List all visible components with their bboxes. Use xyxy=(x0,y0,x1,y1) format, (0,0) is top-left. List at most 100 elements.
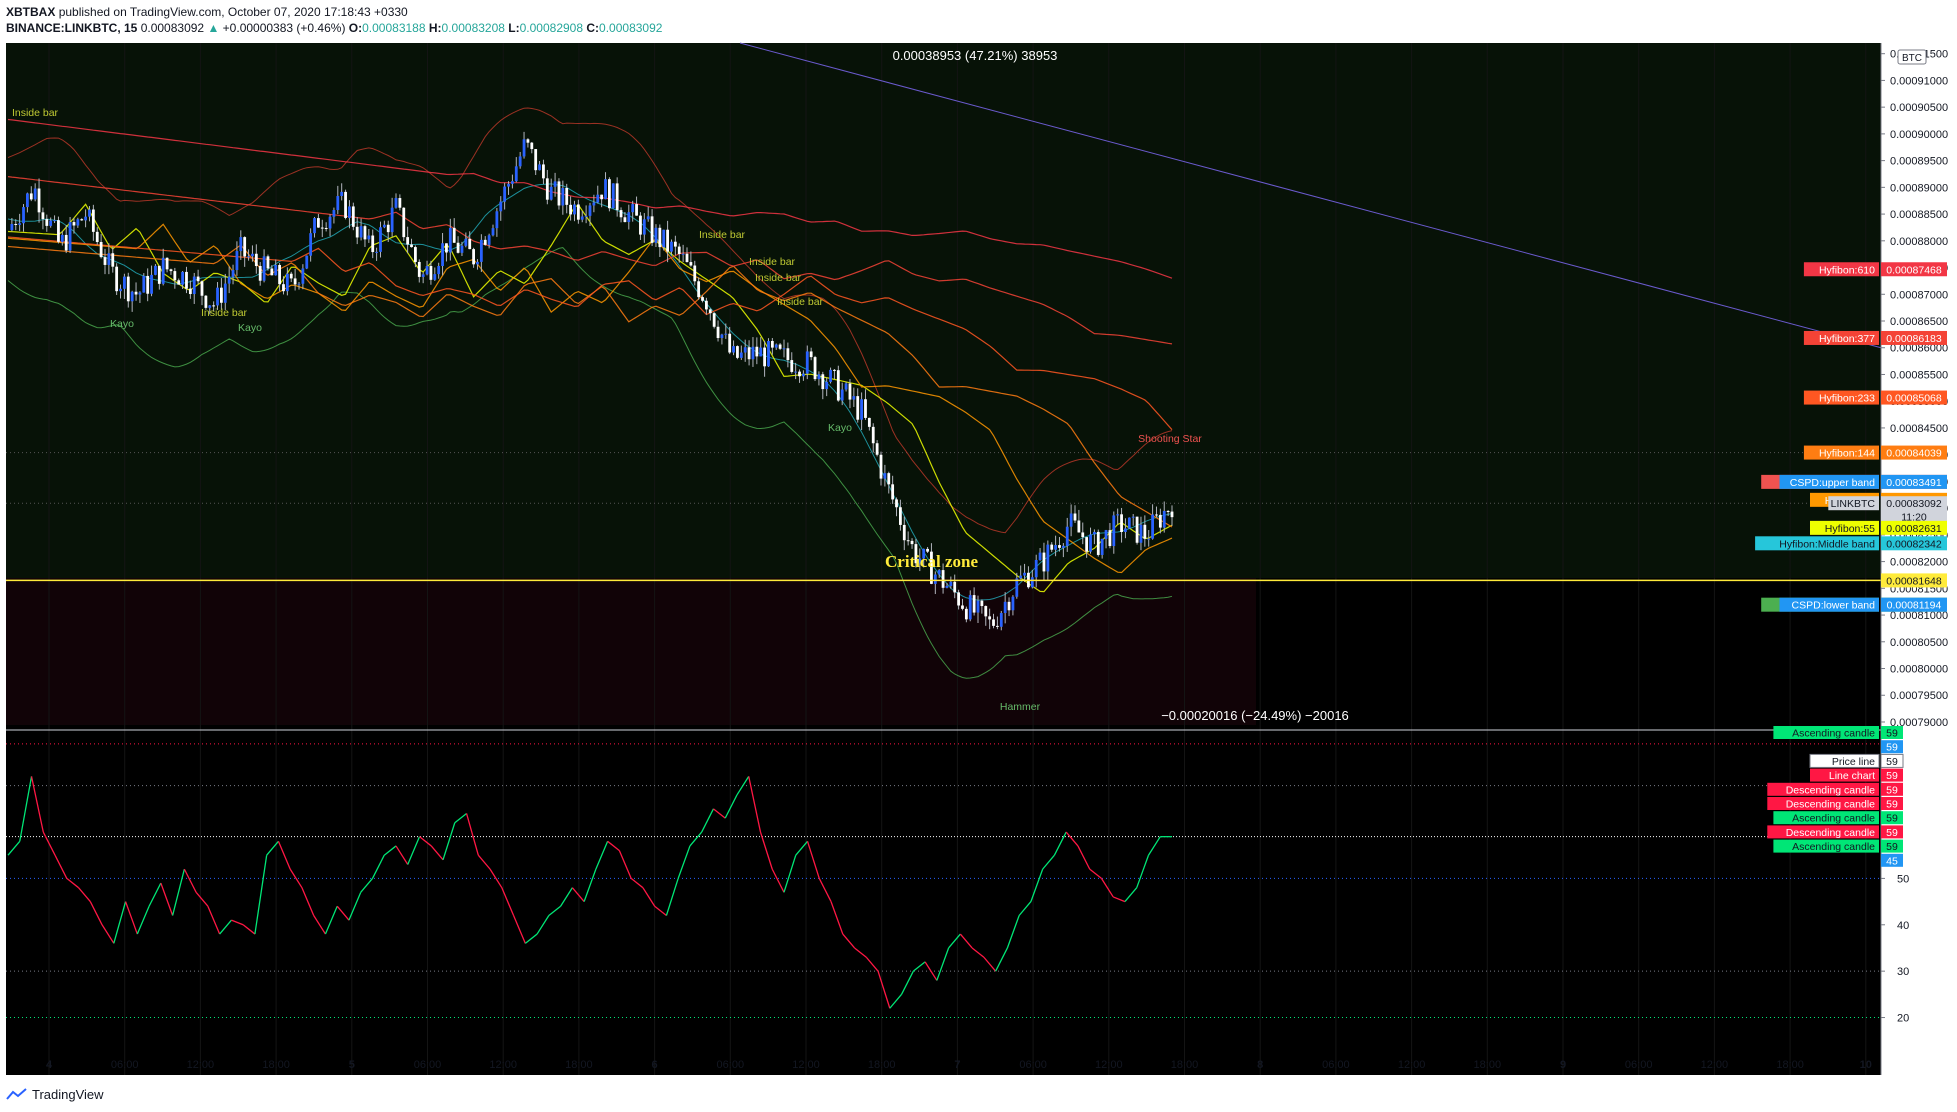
candle-body xyxy=(1162,510,1166,528)
brand-name[interactable]: TradingView xyxy=(32,1087,104,1102)
candle-body xyxy=(1166,510,1170,512)
rsi-label-text: Ascending candle xyxy=(1792,728,1875,740)
time-tick-label: 10 xyxy=(1860,1059,1872,1071)
candle-body xyxy=(185,271,188,289)
candle-body xyxy=(689,262,693,266)
candle-body xyxy=(60,234,64,242)
candle-body xyxy=(123,276,126,289)
candle-body xyxy=(522,139,526,157)
candle-body xyxy=(557,181,561,206)
candle-body xyxy=(390,207,394,233)
candle-body xyxy=(382,224,386,228)
candle-body xyxy=(441,243,444,267)
candle-body xyxy=(1124,528,1127,532)
candle-body xyxy=(608,179,611,209)
candle-body xyxy=(864,399,867,418)
candle-body xyxy=(739,352,743,358)
candle-body xyxy=(953,581,957,593)
price-tick-label: 0.00088000 xyxy=(1890,236,1948,248)
candle-body xyxy=(542,164,545,179)
candle-body xyxy=(817,374,821,380)
rsi-label-text: Descending candle xyxy=(1786,799,1875,811)
candle-body xyxy=(639,215,642,235)
candle-body xyxy=(398,198,402,208)
candle-body xyxy=(1034,559,1038,578)
chart-canvas[interactable]: Inside bar Kayo Inside bar Kayo Inside bar In… xyxy=(0,0,1957,1112)
candle-body xyxy=(662,229,666,248)
candle-body xyxy=(324,227,328,229)
candle-body xyxy=(596,194,600,203)
candle-body xyxy=(41,212,45,220)
candle-body xyxy=(553,181,557,187)
candle-body xyxy=(941,570,945,588)
candle-body xyxy=(852,396,856,400)
candle-body xyxy=(192,276,196,295)
candle-body xyxy=(642,219,646,235)
candle-body xyxy=(410,244,413,248)
candle-body xyxy=(968,595,972,620)
candle-body xyxy=(239,237,243,252)
candle-body xyxy=(549,186,553,200)
candle-body xyxy=(379,227,382,252)
lower-zone-fill xyxy=(6,578,1256,725)
candle-body xyxy=(1112,515,1116,547)
rsi-value: 59 xyxy=(1886,799,1898,811)
time-tick-label: 4 xyxy=(46,1059,53,1071)
price-tick-label: 0.00091000 xyxy=(1890,75,1948,87)
candle-body xyxy=(386,224,390,233)
candle-body xyxy=(1155,514,1158,516)
candle-body xyxy=(980,600,984,607)
time-tick-label: 5 xyxy=(349,1059,355,1071)
candle-body xyxy=(285,273,289,292)
time-tick-label: 06:00 xyxy=(1625,1059,1653,1071)
candle-body xyxy=(95,231,99,242)
candle-body xyxy=(1139,524,1143,543)
time-tick-label: 18:00 xyxy=(565,1059,593,1071)
candle-body xyxy=(320,227,324,229)
rsi-tick-label: 40 xyxy=(1897,920,1909,932)
price-level-tag-text: Hyfibon:377 xyxy=(1819,333,1875,345)
time-tick-label: 9 xyxy=(1560,1059,1566,1071)
pattern-label: Inside bar xyxy=(749,256,796,268)
pattern-label: Inside bar xyxy=(12,107,59,119)
rsi-label-text: Price line xyxy=(1832,756,1875,768)
price-level-tag-text: LINKBTC xyxy=(1831,498,1876,510)
candle-body xyxy=(518,156,522,167)
candle-body xyxy=(247,256,250,258)
price-tick-label: 0.00085500 xyxy=(1890,369,1948,381)
time-tick-label: 12:00 xyxy=(1095,1059,1123,1071)
candle-body xyxy=(188,288,192,295)
price-axis[interactable]: 0.000915000.000910000.000905000.00090000… xyxy=(1880,43,1957,1075)
time-tick-label: 18:00 xyxy=(1776,1059,1804,1071)
candle-body xyxy=(305,255,309,269)
price-tick-label: 0.00082000 xyxy=(1890,557,1948,569)
price-level-tag-text: Hyfibon:Middle band xyxy=(1779,538,1875,550)
candle-body xyxy=(867,417,871,427)
price-tick-label: 0.00080500 xyxy=(1890,637,1948,649)
candle-body xyxy=(317,218,320,228)
price-tick-label: 0.00080000 xyxy=(1890,664,1948,676)
pattern-label: Inside bar xyxy=(699,229,746,241)
candle-body xyxy=(289,273,293,279)
candle-body xyxy=(99,241,103,258)
candle-body xyxy=(1077,520,1081,533)
candle-body xyxy=(526,139,530,143)
candle-body xyxy=(429,266,433,280)
candle-body xyxy=(200,281,204,296)
rsi-tick-label: 30 xyxy=(1897,966,1909,978)
candle-body xyxy=(88,209,91,217)
candle-body xyxy=(701,297,704,301)
candle-body xyxy=(1023,572,1026,576)
price-tick-label: 0.00090000 xyxy=(1890,129,1948,141)
candle-body xyxy=(988,616,992,620)
candle-body xyxy=(154,265,157,275)
candle-body xyxy=(270,268,274,276)
candle-body xyxy=(728,333,732,353)
candle-body xyxy=(654,227,658,243)
pattern-label: Shooting Star xyxy=(1138,433,1202,445)
candle-body xyxy=(708,309,712,314)
candle-body xyxy=(26,193,29,208)
candle-body xyxy=(119,288,122,292)
candle-body xyxy=(1143,524,1147,539)
candle-body xyxy=(833,369,836,371)
